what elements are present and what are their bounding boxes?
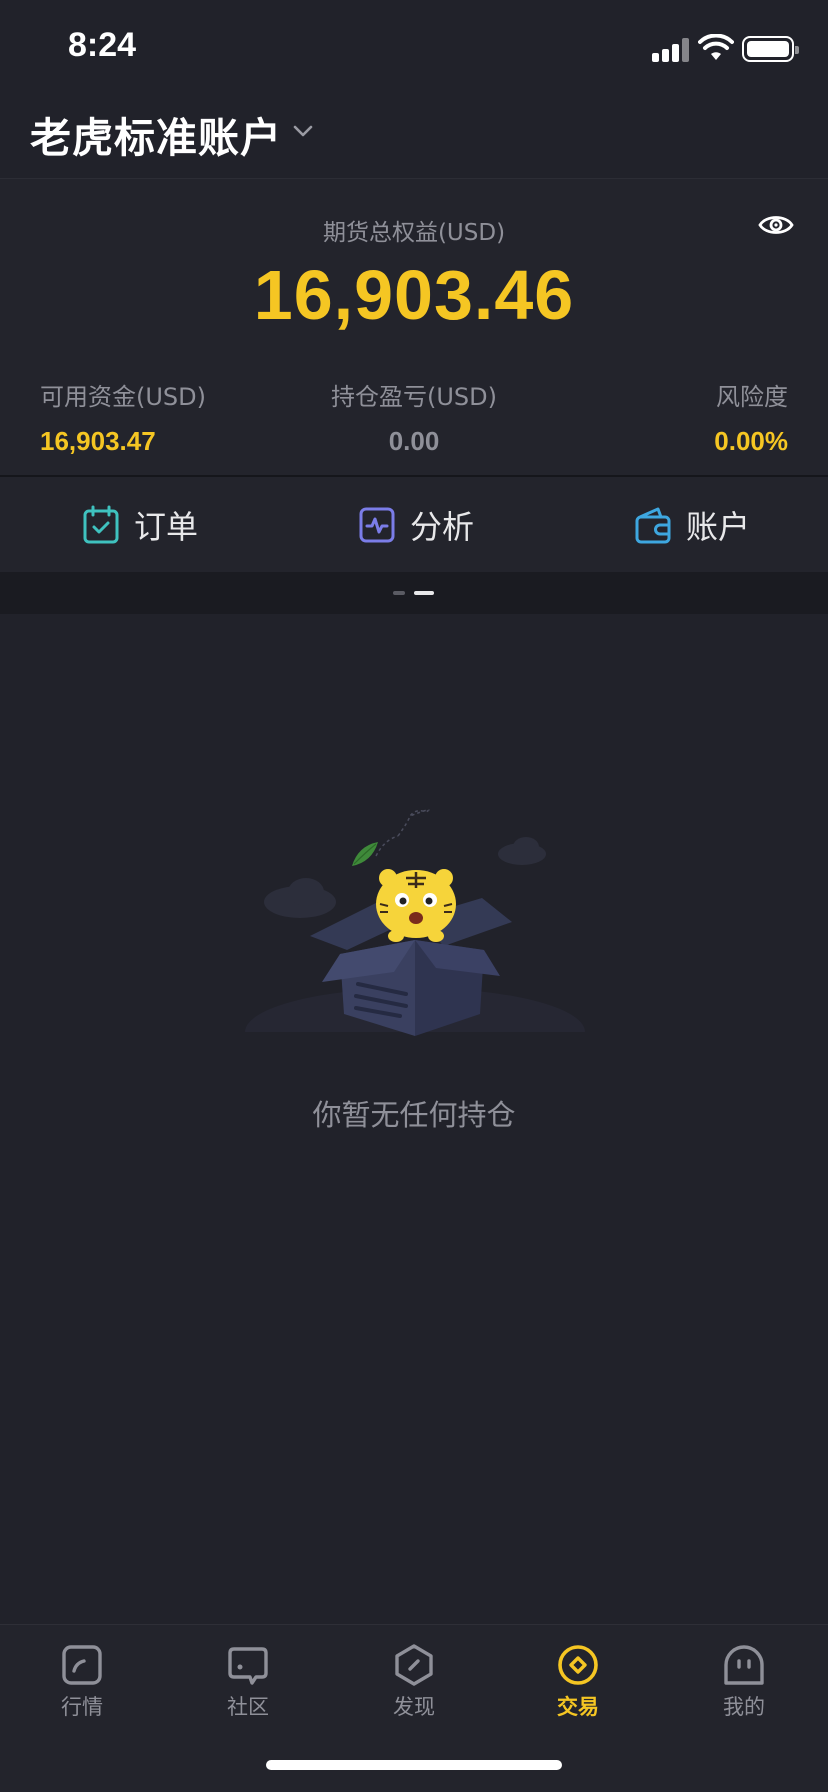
page-dot-1[interactable] xyxy=(393,591,405,595)
available-funds-label: 可用资金(USD) xyxy=(40,383,207,411)
analysis-button[interactable]: 分析 xyxy=(358,503,474,547)
action-row: 订单 分析 账户 xyxy=(0,476,828,572)
chevron-down-icon[interactable] xyxy=(290,118,316,144)
account-summary-card: 期货总权益(USD) 16,903.46 可用资金(USD) 16,903.47… xyxy=(0,178,828,476)
eye-icon[interactable] xyxy=(758,211,794,239)
tab-profile[interactable]: 我的 xyxy=(684,1643,804,1721)
trade-icon xyxy=(558,1645,598,1685)
futures-equity-label: 期货总权益(USD) xyxy=(322,220,506,246)
analysis-label: 分析 xyxy=(410,508,475,546)
home-indicator[interactable] xyxy=(266,1760,562,1770)
wallet-icon xyxy=(635,507,671,544)
orders-button[interactable]: 订单 xyxy=(82,503,198,547)
tab-trade-label: 交易 xyxy=(557,1695,599,1719)
risk-level-label: 风险度 xyxy=(716,383,788,411)
page-dot-2-active[interactable] xyxy=(414,591,434,595)
battery-icon xyxy=(742,36,799,62)
tab-community[interactable]: 社区 xyxy=(188,1643,308,1721)
empty-box-tiger-illustration xyxy=(230,809,600,1050)
account-button[interactable]: 账户 xyxy=(634,503,750,547)
page-indicator[interactable] xyxy=(0,572,828,614)
position-pnl-label: 持仓盈亏(USD) xyxy=(330,383,497,411)
risk-level-metric: 风险度 0.00% xyxy=(714,377,788,457)
status-bar: 8:24 xyxy=(0,0,828,96)
market-icon xyxy=(62,1645,102,1685)
tab-market[interactable]: 行情 xyxy=(22,1643,142,1721)
tab-community-label: 社区 xyxy=(227,1695,269,1719)
risk-level-value: 0.00% xyxy=(714,426,788,456)
available-funds-value: 16,903.47 xyxy=(40,426,156,456)
wifi-icon xyxy=(698,34,734,60)
analysis-chart-icon xyxy=(359,507,395,543)
tab-discover[interactable]: 发现 xyxy=(354,1643,474,1721)
orders-label: 订单 xyxy=(134,508,199,546)
futures-equity-value: 16,903.46 xyxy=(253,256,575,334)
account-label: 账户 xyxy=(686,508,751,546)
available-funds-metric: 可用资金(USD) 16,903.47 xyxy=(40,377,206,457)
position-pnl-value: 0.00 xyxy=(388,426,440,456)
discover-icon xyxy=(395,1644,433,1686)
empty-positions-message: 你暂无任何持仓 xyxy=(312,1098,516,1132)
tab-market-label: 行情 xyxy=(61,1695,103,1719)
cellular-signal-icon xyxy=(652,38,690,62)
tab-discover-label: 发现 xyxy=(393,1695,435,1719)
position-pnl-metric: 持仓盈亏(USD) 0.00 xyxy=(314,377,514,457)
status-time: 8:24 xyxy=(68,26,137,64)
tab-profile-label: 我的 xyxy=(723,1695,765,1719)
tab-trade[interactable]: 交易 xyxy=(518,1643,638,1721)
calendar-check-icon xyxy=(83,505,119,544)
profile-icon xyxy=(724,1645,764,1685)
community-icon xyxy=(228,1647,268,1685)
account-title[interactable]: 老虎标准账户 xyxy=(30,104,282,164)
